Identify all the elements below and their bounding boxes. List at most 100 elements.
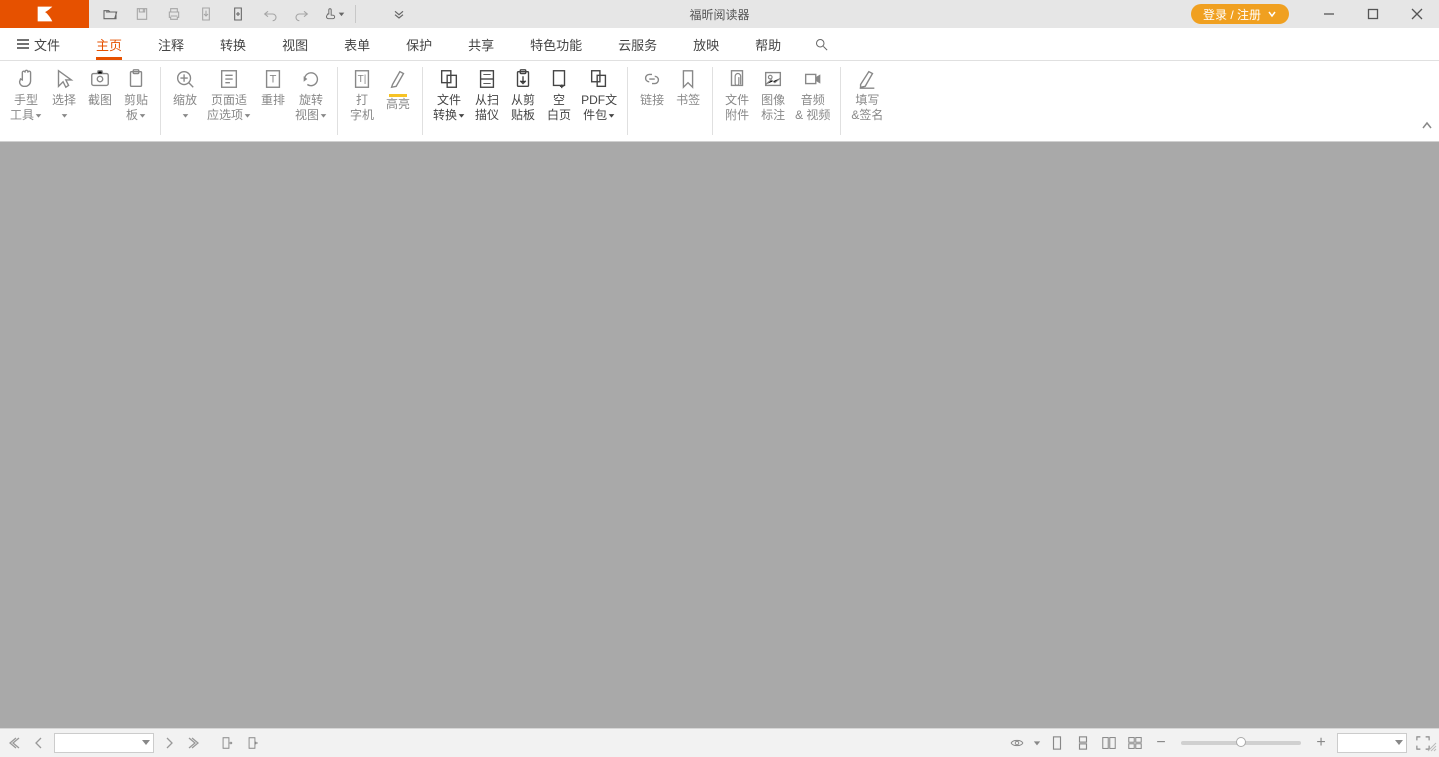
ribbon-blank-button[interactable]: 空白页: [541, 67, 577, 123]
page-in-button[interactable]: [242, 733, 262, 753]
typewriter-label: 打字机: [350, 93, 374, 123]
view-eye-button[interactable]: [1007, 733, 1027, 753]
resize-grip[interactable]: [1427, 741, 1437, 755]
ribbon-snapshot-button[interactable]: 截图: [82, 67, 118, 108]
select-label: 选择: [52, 93, 76, 123]
ribbon-clipboard-button[interactable]: 剪贴板: [118, 67, 154, 123]
tabs: 主页注释转换视图表单保护共享特色功能云服务放映帮助: [78, 28, 799, 60]
ribbon-highlight-button[interactable]: 高亮: [380, 67, 416, 112]
view-facing-button[interactable]: [1099, 733, 1119, 753]
ribbon-link-button[interactable]: 链接: [634, 67, 670, 108]
close-button[interactable]: [1395, 0, 1439, 28]
zoom-in-button[interactable]: +: [1311, 733, 1331, 753]
zoom-out-button[interactable]: −: [1151, 733, 1171, 753]
file-menu-button[interactable]: 文件: [8, 28, 68, 60]
ribbon-rotate-button[interactable]: 旋转视图: [291, 67, 331, 123]
link-icon: [640, 67, 664, 91]
export-arrow-button[interactable]: [195, 3, 217, 25]
folder-open-icon: [102, 6, 118, 22]
ribbon-reflow-button[interactable]: T重排: [255, 67, 291, 108]
tab-7[interactable]: 特色功能: [512, 28, 600, 60]
hand-icon: [14, 67, 38, 91]
ribbon-convert-button[interactable]: 文件转换: [429, 67, 469, 123]
reflow-icon: T: [261, 67, 285, 91]
redo-button[interactable]: [291, 3, 313, 25]
ribbon-zoom-button[interactable]: 缩放: [167, 67, 203, 123]
hand-label: 手型工具: [10, 93, 42, 123]
new-page-button[interactable]: [227, 3, 249, 25]
last-page-button[interactable]: [184, 734, 202, 752]
prev-page-button[interactable]: [30, 734, 48, 752]
first-page-button[interactable]: [6, 734, 24, 752]
title-bar: 福昕阅读器 登录 / 注册: [0, 0, 1439, 28]
imgannot-label: 图像标注: [761, 93, 785, 123]
save-button[interactable]: [131, 3, 153, 25]
tab-5[interactable]: 保护: [388, 28, 450, 60]
attach-label: 文件附件: [725, 93, 749, 123]
clipboard-icon: [124, 67, 148, 91]
convert-label: 文件转换: [433, 93, 465, 123]
ribbon-fromclip-button[interactable]: 从剪贴板: [505, 67, 541, 123]
customize-qat-button[interactable]: [388, 3, 410, 25]
rotate-label: 旋转视图: [295, 93, 327, 123]
tab-10[interactable]: 帮助: [737, 28, 799, 60]
view-continuous-button[interactable]: [1073, 733, 1093, 753]
portfolio-label: PDF文件包: [581, 93, 617, 123]
tab-0[interactable]: 主页: [78, 28, 140, 60]
search-button[interactable]: [807, 30, 835, 58]
window-controls: 登录 / 注册: [1191, 0, 1439, 28]
ribbon-scanner-button[interactable]: 从扫描仪: [469, 67, 505, 123]
login-register-button[interactable]: 登录 / 注册: [1191, 4, 1289, 24]
ribbon-fit-button[interactable]: 页面适应选项: [203, 67, 255, 123]
tab-2[interactable]: 转换: [202, 28, 264, 60]
ribbon-attach-button[interactable]: 文件附件: [719, 67, 755, 123]
view-single-page-button[interactable]: [1047, 733, 1067, 753]
imgannot-icon: [761, 67, 785, 91]
tab-8[interactable]: 云服务: [600, 28, 675, 60]
ribbon-av-button[interactable]: 音频& 视频: [791, 67, 834, 123]
undo-button[interactable]: [259, 3, 281, 25]
minimize-button[interactable]: [1307, 0, 1351, 28]
collapse-ribbon-button[interactable]: [1421, 119, 1433, 137]
ribbon-select-button[interactable]: 选择: [46, 67, 82, 123]
clipboard-label: 剪贴板: [124, 93, 148, 123]
tab-3[interactable]: 视图: [264, 28, 326, 60]
tab-4[interactable]: 表单: [326, 28, 388, 60]
zoom-thumb[interactable]: [1236, 737, 1246, 747]
maximize-button[interactable]: [1351, 0, 1395, 28]
ribbon-bookmark-button[interactable]: 书签: [670, 67, 706, 108]
page-number-input[interactable]: [54, 733, 154, 753]
next-page-button[interactable]: [160, 734, 178, 752]
open-file-button[interactable]: [99, 3, 121, 25]
app-logo[interactable]: [0, 0, 89, 28]
highlight-label: 高亮: [386, 97, 410, 112]
tab-9[interactable]: 放映: [675, 28, 737, 60]
touch-mode-button[interactable]: [323, 3, 345, 25]
print-button[interactable]: [163, 3, 185, 25]
ribbon-typewriter-button[interactable]: T|打字机: [344, 67, 380, 123]
ribbon-portfolio-button[interactable]: PDF文件包: [577, 67, 621, 123]
menu-bar: 文件 主页注释转换视图表单保护共享特色功能云服务放映帮助: [0, 28, 1439, 61]
document-workspace: [0, 142, 1439, 728]
status-bar: − +: [0, 728, 1439, 757]
ribbon-fillsign-button[interactable]: 填写&签名: [847, 67, 887, 123]
tab-6[interactable]: 共享: [450, 28, 512, 60]
zoom-dropdown[interactable]: [1394, 736, 1404, 750]
zoom-label: 缩放: [173, 93, 197, 123]
rotate-icon: [299, 67, 323, 91]
fromclip-label: 从剪贴板: [511, 93, 535, 123]
ribbon-hand-button[interactable]: 手型工具: [6, 67, 46, 123]
zoom-slider[interactable]: [1181, 741, 1301, 745]
av-label: 音频& 视频: [795, 93, 830, 123]
tab-1[interactable]: 注释: [140, 28, 202, 60]
page-import-icon: [245, 736, 259, 750]
zoom-level-input[interactable]: [1337, 733, 1407, 753]
caret-down-icon: [338, 10, 345, 18]
page-dropdown[interactable]: [141, 736, 151, 750]
ribbon-imgannot-button[interactable]: 图像标注: [755, 67, 791, 123]
view-facing-continuous-button[interactable]: [1125, 733, 1145, 753]
hamburger-icon: [16, 37, 30, 51]
page-out-button[interactable]: [216, 733, 236, 753]
zoom-icon: [173, 67, 197, 91]
status-right: − +: [1007, 733, 1433, 753]
